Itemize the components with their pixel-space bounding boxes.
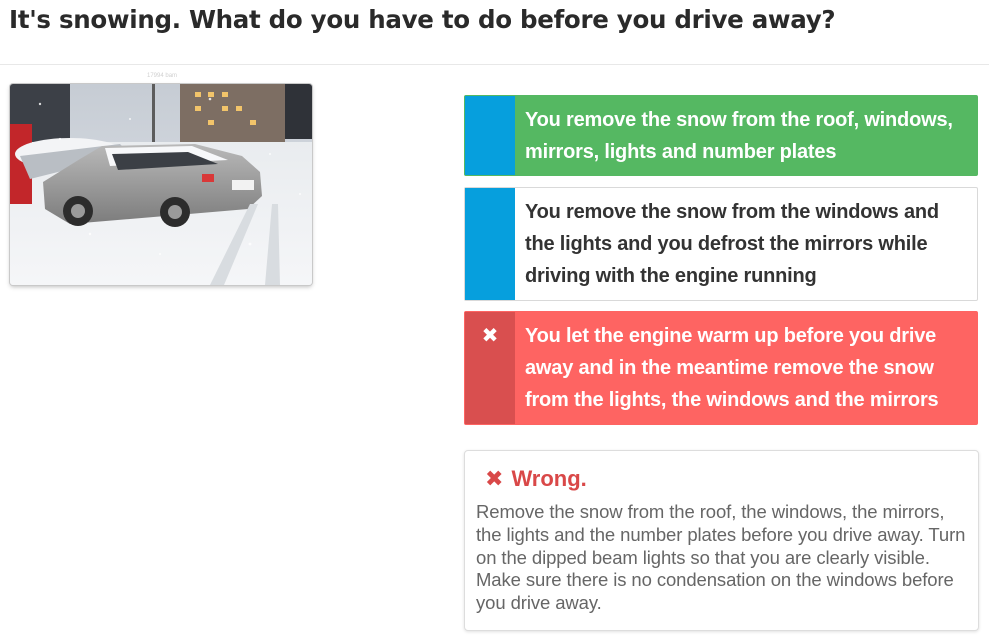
question-title: It's snowing. What do you have to do bef… — [9, 5, 836, 34]
question-image-snowy-car — [10, 84, 312, 285]
answer-marker — [465, 96, 515, 175]
image-caption: 17994 bam — [147, 73, 178, 79]
answer-label: You remove the snow from the roof, windo… — [525, 109, 953, 163]
quiz-page: It's snowing. What do you have to do bef… — [0, 0, 989, 637]
x-icon: ✖ — [481, 325, 499, 347]
answer-label: You let the engine warm up before you dr… — [525, 325, 939, 411]
feedback-header: ✖ Wrong. — [476, 463, 968, 495]
answer-option-1[interactable]: You remove the snow from the roof, windo… — [464, 95, 978, 176]
title-divider — [0, 64, 989, 65]
x-icon: ✖ — [485, 466, 504, 491]
answer-option-3[interactable]: ✖ You let the engine warm up before you … — [464, 311, 978, 425]
feedback-title: Wrong. — [511, 466, 587, 491]
answer-marker: ✖ — [465, 312, 515, 424]
answer-label: You remove the snow from the windows and… — [525, 201, 939, 287]
answer-marker — [465, 188, 515, 300]
feedback-explanation: Remove the snow from the roof, the windo… — [476, 501, 966, 614]
answer-option-2[interactable]: You remove the snow from the windows and… — [464, 187, 978, 301]
feedback-panel: ✖ Wrong. Remove the snow from the roof, … — [464, 450, 979, 631]
